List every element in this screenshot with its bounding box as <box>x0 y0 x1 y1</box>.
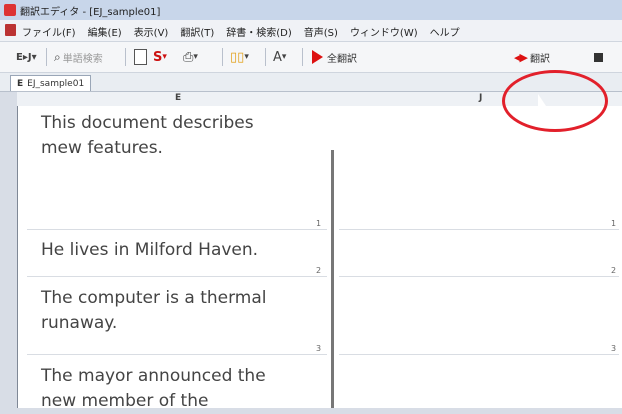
columns-icon: ▯▯ <box>230 49 245 65</box>
sentence-line: This document describes <box>41 113 254 133</box>
mouse-pointer-icon <box>538 94 546 106</box>
stop-icon <box>594 52 603 62</box>
row-number: 1 <box>611 219 617 228</box>
highlight-circle <box>502 70 608 132</box>
chevron-down-icon: ▾ <box>244 52 249 62</box>
play-icon <box>312 50 323 64</box>
menu-bar: ファイル(F) 編集(E) 表示(V) 翻訳(T) 辞書・検索(D) 音声(S)… <box>0 20 622 42</box>
font-button[interactable]: A ▾ <box>273 48 286 66</box>
row-divider <box>27 229 327 230</box>
app-icon <box>4 4 16 16</box>
translate-label: 翻訳 <box>529 53 550 65</box>
sentence-line: mew features. <box>41 138 163 158</box>
menu-audio[interactable]: 音声(S) <box>304 24 338 39</box>
translate-all-label: 全翻訳 <box>327 53 357 65</box>
stop-button[interactable] <box>594 48 603 66</box>
separator <box>222 48 223 66</box>
column-header-source: E <box>175 93 182 103</box>
chevron-down-icon: ▾ <box>281 52 287 62</box>
word-search-label: 単語検索 <box>62 53 103 65</box>
source-sentence[interactable]: This document describes mew features. <box>41 111 254 161</box>
translate-all-button[interactable]: 全翻訳 <box>312 48 357 66</box>
row-divider <box>339 354 619 355</box>
row-number: 2 <box>316 266 322 275</box>
chevron-down-icon: ▾ <box>193 52 198 62</box>
separator <box>265 48 266 66</box>
separator <box>302 48 303 66</box>
toolbar: E▸J ▾ ⌕ 単語検索 S ▾ ⎙ ▾ ▯▯ ▾ A ▾ 全翻訳 ◂▶ 翻訳 <box>0 42 622 73</box>
source-sentence[interactable]: The mayor announced the new member of th… <box>41 364 266 414</box>
row-divider <box>27 276 327 277</box>
row-divider <box>339 276 619 277</box>
menu-edit[interactable]: 編集(E) <box>88 24 122 39</box>
grid-border <box>17 106 18 408</box>
print-icon: ⎙ <box>183 49 194 65</box>
translate-icon: ◂▶ <box>514 50 528 64</box>
row-number: 3 <box>316 344 322 353</box>
row-number: 3 <box>611 344 617 353</box>
print-button[interactable]: ⎙ ▾ <box>183 48 198 66</box>
translation-direction-button[interactable]: E▸J ▾ <box>16 48 37 66</box>
menu-help[interactable]: ヘルプ <box>430 24 460 39</box>
translate-button[interactable]: ◂▶ 翻訳 <box>514 48 550 66</box>
window-title: 翻訳エディタ - [EJ_sample01] <box>20 7 161 18</box>
document-icon <box>5 24 16 36</box>
menu-file[interactable]: ファイル(F) <box>22 24 76 39</box>
chevron-down-icon: ▾ <box>31 51 37 63</box>
separator <box>46 48 47 66</box>
tab-ej-sample01[interactable]: E EJ_sample01 <box>10 75 92 91</box>
translation-grid: This document describes mew features. 1 … <box>17 106 622 411</box>
new-document-button[interactable] <box>134 48 147 66</box>
source-sentence[interactable]: He lives in Milford Haven. <box>41 238 258 263</box>
sentence-line: The computer is a thermal <box>41 288 267 308</box>
open-button[interactable]: S ▾ <box>153 48 167 66</box>
sentence-line: runaway. <box>41 313 118 333</box>
title-bar: 翻訳エディタ - [EJ_sample01] <box>0 0 622 21</box>
tab-label: EJ_sample01 <box>27 78 85 89</box>
translation-direction-label: E▸J <box>16 51 32 63</box>
row-divider <box>339 229 619 230</box>
word-search-button[interactable]: ⌕ 単語検索 <box>54 48 103 66</box>
menu-window[interactable]: ウィンドウ(W) <box>350 24 418 39</box>
menu-translate[interactable]: 翻訳(T) <box>180 24 214 39</box>
sentence-line: new member of the <box>41 391 209 411</box>
row-number: 2 <box>611 266 617 275</box>
tab-prefix: E <box>17 78 24 89</box>
separator <box>125 48 126 66</box>
menu-view[interactable]: 表示(V) <box>134 24 169 39</box>
chevron-down-icon: ▾ <box>162 52 167 62</box>
row-divider <box>27 354 327 355</box>
new-document-icon <box>134 49 147 65</box>
sentence-line: He lives in Milford Haven. <box>41 240 259 260</box>
source-sentence[interactable]: The computer is a thermal runaway. <box>41 286 267 336</box>
layout-button[interactable]: ▯▯ ▾ <box>230 48 249 66</box>
search-icon: ⌕ <box>54 49 61 64</box>
font-icon: A <box>273 49 282 65</box>
row-number: 1 <box>316 219 322 228</box>
pane-divider[interactable] <box>331 150 334 408</box>
menu-dictionary-search[interactable]: 辞書・検索(D) <box>226 24 292 39</box>
open-icon: S <box>153 49 163 65</box>
sentence-line: The mayor announced the <box>41 366 266 386</box>
column-header-target: J <box>479 93 483 103</box>
